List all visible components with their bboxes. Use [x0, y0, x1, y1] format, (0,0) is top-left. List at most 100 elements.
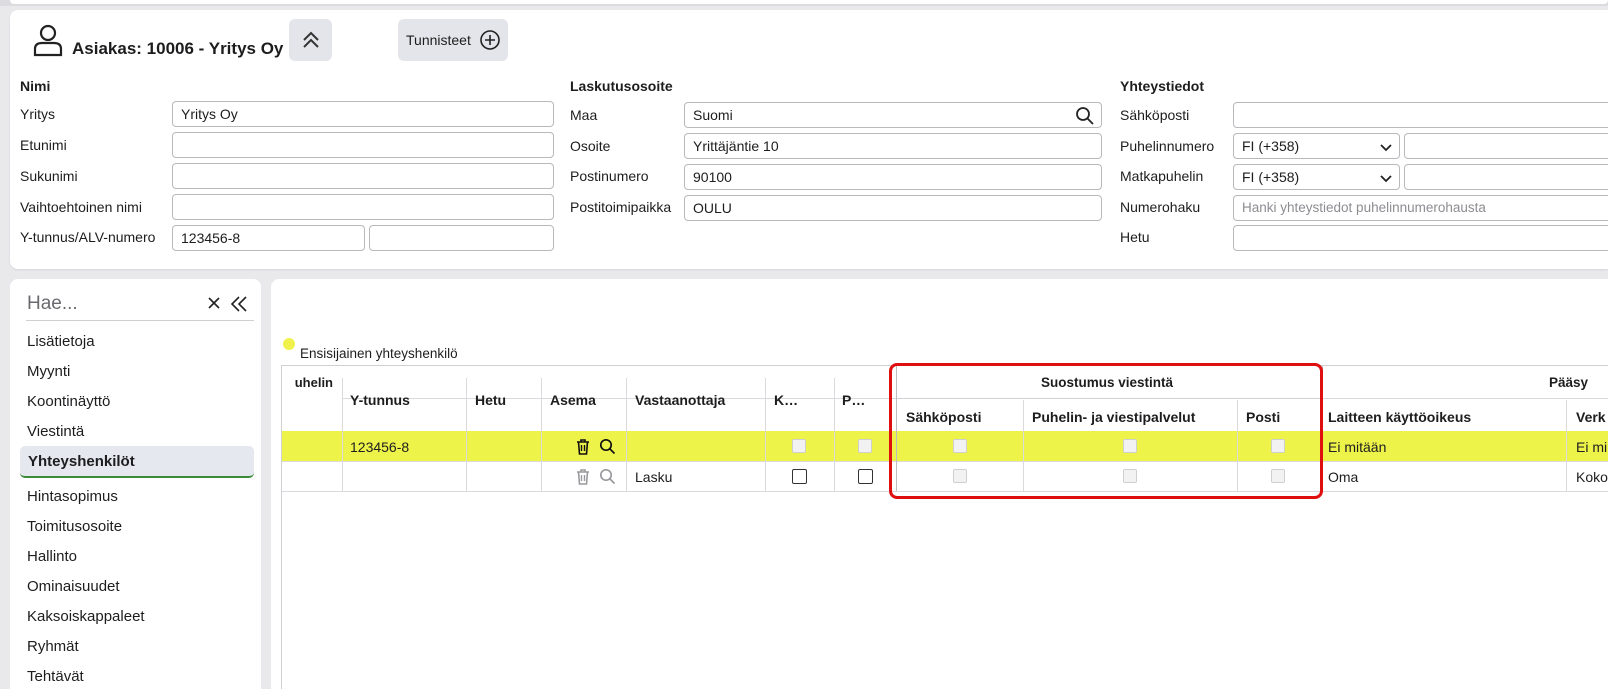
chevron-down-icon — [1380, 175, 1392, 183]
checkbox-k[interactable] — [792, 469, 807, 484]
business-id-field[interactable]: 123456-8 — [172, 225, 365, 251]
sidebar-item-myynti[interactable]: Myynti — [27, 363, 70, 380]
country-value: Suomi — [693, 107, 733, 123]
mobile-number-field[interactable] — [1404, 164, 1608, 190]
col-header-business-id[interactable]: Y-tunnus — [350, 392, 410, 408]
sidebar-search-placeholder: Hae... — [27, 293, 78, 314]
country-label: Maa — [570, 107, 598, 123]
sidebar-item-hintasopimus[interactable]: Hintasopimus — [27, 488, 118, 505]
contact-section-title: Yhteystiedot — [1120, 78, 1205, 94]
cell-device-access: Ei mitään — [1328, 439, 1387, 455]
phone-country-select[interactable]: FI (+358) — [1233, 133, 1400, 159]
checkbox-phone-consent — [1123, 469, 1137, 483]
sidebar-item-tehtavat[interactable]: Tehtävät — [27, 668, 84, 685]
business-id-label: Y-tunnus/ALV-numero — [20, 229, 156, 245]
last-name-field[interactable] — [172, 163, 554, 189]
name-section-title: Nimi — [20, 78, 51, 94]
alt-name-label: Vaihtoehtoinen nimi — [20, 199, 142, 215]
checkbox-phone-consent — [1123, 439, 1137, 453]
sidebar-item-ominaisuudet[interactable]: Ominaisuudet — [27, 578, 120, 595]
cell-web: Ei mi — [1576, 439, 1608, 455]
chevron-down-icon — [1380, 144, 1392, 152]
sidebar-item-koontinaytto[interactable]: Koontinäyttö — [27, 393, 110, 410]
sidebar-item-yhteyshenkilot[interactable]: Yhteyshenkilöt — [20, 446, 254, 478]
mobile-country-value: FI (+358) — [1242, 169, 1300, 185]
phone-number-field[interactable] — [1404, 133, 1608, 159]
group-header-consent: Suostumus viestintä — [1041, 375, 1174, 390]
col-header-device-access[interactable]: Laitteen käyttöoikeus — [1328, 409, 1471, 425]
trash-icon[interactable] — [575, 438, 591, 455]
top-strip — [0, 0, 1608, 6]
primary-contact-legend: Ensisijainen yhteyshenkilö — [300, 346, 458, 361]
col-header-position[interactable]: Asema — [550, 392, 596, 408]
company-field[interactable]: Yritys Oy — [172, 101, 554, 127]
number-lookup-field[interactable]: Hanki yhteystiedot puhelinnumerohausta — [1233, 195, 1608, 221]
cell-recipient: Lasku — [635, 469, 673, 485]
sidebar-item-hallinto[interactable]: Hallinto — [27, 548, 77, 565]
alt-name-field[interactable] — [172, 194, 554, 220]
first-name-field[interactable] — [172, 132, 554, 158]
search-icon[interactable] — [599, 468, 616, 485]
email-field[interactable] — [1233, 102, 1608, 128]
company-label: Yritys — [20, 106, 55, 122]
person-icon — [33, 24, 63, 57]
sidebar-item-ryhmat[interactable]: Ryhmät — [27, 638, 79, 655]
sidebar-item-kaksoiskappaleet[interactable]: Kaksoiskappaleet — [27, 608, 145, 625]
close-icon[interactable] — [207, 296, 221, 310]
city-field[interactable]: OULU — [684, 195, 1102, 221]
checkbox-p — [858, 439, 872, 453]
sidebar-item-toimitusosoite[interactable]: Toimitusosoite — [27, 518, 122, 535]
search-icon[interactable] — [1075, 106, 1095, 126]
mobile-country-select[interactable]: FI (+358) — [1233, 164, 1400, 190]
mobile-label: Matkapuhelin — [1120, 168, 1204, 184]
country-field[interactable]: Suomi — [684, 102, 1102, 128]
trash-icon[interactable] — [575, 468, 591, 485]
tags-label: Tunnisteet — [406, 32, 471, 48]
email-label: Sähköposti — [1120, 107, 1190, 123]
col-header-post-consent[interactable]: Posti — [1246, 409, 1280, 425]
col-header-recipient[interactable]: Vastaanottaja — [635, 392, 725, 408]
checkbox-post-consent — [1271, 469, 1285, 483]
chevron-double-up-icon — [302, 31, 319, 48]
ssn-label: Hetu — [1120, 229, 1150, 245]
last-name-label: Sukunimi — [20, 168, 78, 184]
collapse-button[interactable] — [289, 19, 332, 61]
plus-circle-icon — [480, 30, 500, 50]
cell-device-access: Oma — [1328, 469, 1359, 485]
postal-code-label: Postinumero — [570, 168, 649, 184]
primary-contact-legend-dot — [283, 338, 295, 350]
sidebar-item-lisatietoja[interactable]: Lisätietoja — [27, 333, 95, 350]
checkbox-post-consent — [1271, 439, 1285, 453]
ssn-field[interactable] — [1233, 225, 1608, 251]
tags-button[interactable]: Tunnisteet — [398, 19, 508, 61]
search-icon[interactable] — [599, 438, 616, 455]
checkbox-email-consent — [953, 439, 967, 453]
checkbox-p[interactable] — [858, 469, 873, 484]
lookup-label: Numerohaku — [1120, 199, 1201, 215]
checkbox-email-consent — [953, 469, 967, 483]
col-header-phone[interactable]: uhelin — [281, 375, 333, 390]
address-label: Osoite — [570, 138, 611, 154]
phone-label: Puhelinnumero — [1120, 138, 1215, 154]
cell-business-id: 123456-8 — [350, 439, 410, 455]
chevron-double-left-icon[interactable] — [230, 296, 248, 312]
col-header-email-consent[interactable]: Sähköposti — [906, 409, 981, 425]
phone-country-value: FI (+358) — [1242, 138, 1300, 154]
sidebar-item-viestinta[interactable]: Viestintä — [27, 423, 84, 440]
group-header-access: Pääsy — [1549, 375, 1589, 390]
page-title: Asiakas: 10006 - Yritys Oy — [72, 39, 284, 58]
col-header-ssn[interactable]: Hetu — [475, 392, 506, 408]
city-label: Postitoimipaikka — [570, 199, 672, 215]
col-header-k[interactable]: K… — [774, 392, 798, 408]
billing-section-title: Laskutusosoite — [570, 78, 673, 94]
table-row-primary[interactable] — [282, 431, 1608, 461]
address-field[interactable]: Yrittäjäntie 10 — [684, 133, 1102, 159]
vat-number-field[interactable] — [369, 225, 554, 251]
first-name-label: Etunimi — [20, 137, 67, 153]
postal-code-field[interactable]: 90100 — [684, 164, 1102, 190]
col-header-web[interactable]: Verk — [1576, 409, 1606, 425]
col-header-phone-consent[interactable]: Puhelin- ja viestipalvelut — [1032, 409, 1195, 425]
col-header-p[interactable]: P… — [842, 392, 865, 408]
cell-web: Koko — [1576, 469, 1608, 485]
sidebar-search[interactable]: Hae... — [26, 287, 254, 321]
